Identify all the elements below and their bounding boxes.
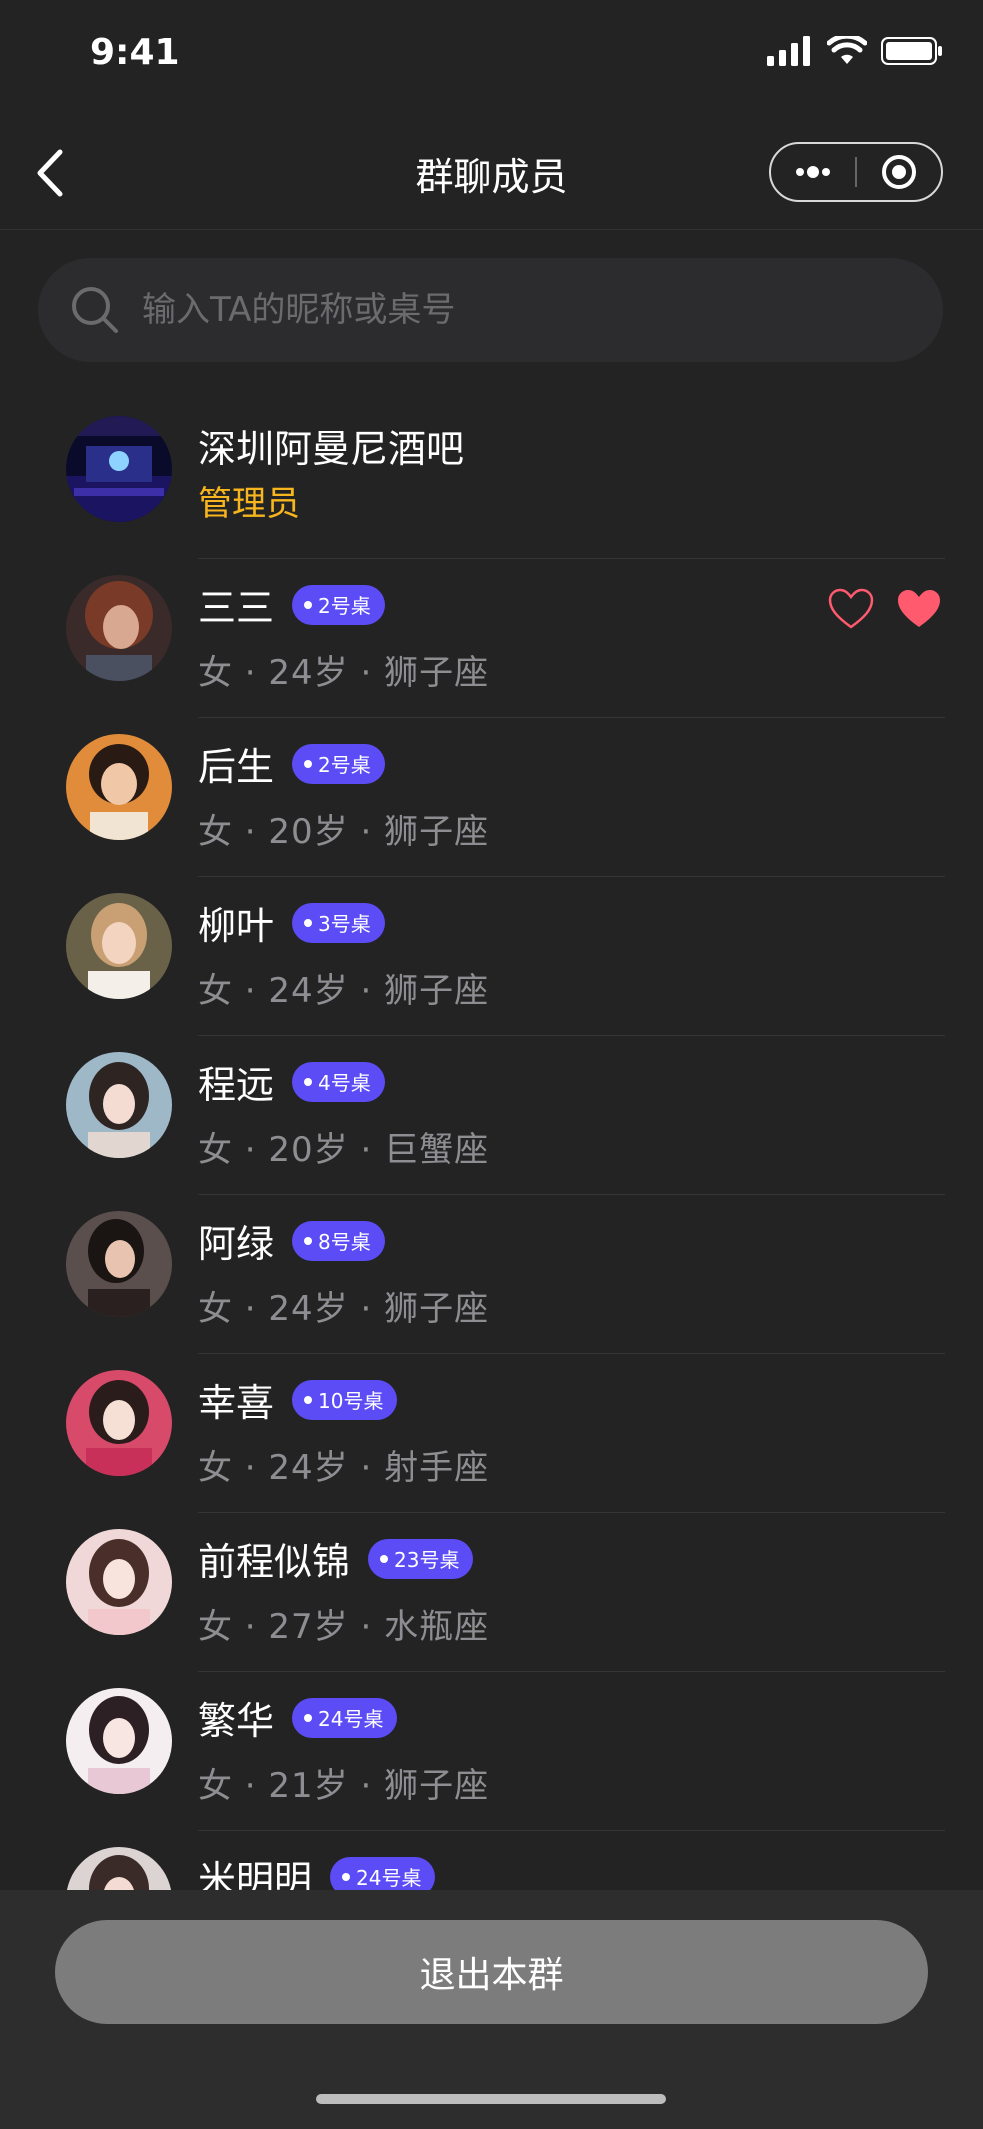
table-number: 23号桌 bbox=[394, 1548, 460, 1572]
member-name: 繁华 bbox=[198, 1699, 275, 1743]
close-miniprogram-button[interactable] bbox=[857, 144, 941, 200]
member-name: 程远 bbox=[198, 1063, 275, 1107]
table-number: 24号桌 bbox=[356, 1866, 422, 1890]
admin-row[interactable]: 深圳阿曼尼酒吧 管理员 bbox=[0, 400, 983, 559]
signal-icon bbox=[767, 36, 810, 66]
member-name: 后生 bbox=[198, 745, 275, 789]
member-info: 女 · 24岁 · 狮子座 bbox=[198, 971, 490, 1011]
table-number: 2号桌 bbox=[318, 594, 371, 618]
badge-dot bbox=[304, 1395, 313, 1404]
member-name-line: 米明明 24号桌 bbox=[198, 1849, 436, 1890]
list-item[interactable]: 米明明 24号桌 bbox=[0, 1831, 983, 1890]
avatar bbox=[66, 416, 172, 522]
table-badge: 3号桌 bbox=[292, 902, 385, 943]
status-icons bbox=[767, 36, 943, 66]
avatar bbox=[66, 1370, 172, 1476]
like-actions bbox=[827, 587, 943, 631]
list-item[interactable]: 阿绿 8号桌 女 · 24岁 · 狮子座 bbox=[0, 1195, 983, 1354]
member-info: 女 · 27岁 · 水瓶座 bbox=[198, 1607, 490, 1647]
table-number: 10号桌 bbox=[318, 1389, 384, 1413]
battery-icon bbox=[881, 37, 942, 65]
table-number: 24号桌 bbox=[318, 1707, 384, 1731]
table-badge: 10号桌 bbox=[292, 1379, 398, 1420]
table-badge: 24号桌 bbox=[292, 1697, 398, 1738]
list-item[interactable]: 程远 4号桌 女 · 20岁 · 巨蟹座 bbox=[0, 1036, 983, 1195]
heart-filled-icon[interactable] bbox=[895, 587, 943, 631]
target-close-icon bbox=[881, 155, 916, 189]
member-list: 深圳阿曼尼酒吧 管理员 三三 2号桌 女 · 24岁 · 狮子座 后生 2号桌 … bbox=[0, 400, 983, 1890]
member-name-line: 阿绿 8号桌 bbox=[198, 1213, 385, 1268]
badge-dot bbox=[304, 1713, 313, 1722]
admin-name: 深圳阿曼尼酒吧 bbox=[198, 427, 465, 471]
table-badge: 24号桌 bbox=[330, 1856, 436, 1890]
member-name-line: 柳叶 3号桌 bbox=[198, 895, 385, 950]
list-item[interactable]: 前程似锦 23号桌 女 · 27岁 · 水瓶座 bbox=[0, 1513, 983, 1672]
badge-dot bbox=[304, 600, 313, 609]
member-info: 女 · 20岁 · 狮子座 bbox=[198, 812, 490, 852]
badge-dot bbox=[380, 1554, 389, 1563]
table-badge: 2号桌 bbox=[292, 743, 385, 784]
avatar bbox=[66, 1211, 172, 1317]
search-box[interactable] bbox=[38, 258, 943, 362]
exit-group-button[interactable]: 退出本群 bbox=[55, 1920, 928, 2024]
home-indicator bbox=[316, 2094, 666, 2104]
badge-dot bbox=[304, 918, 313, 927]
member-name: 前程似锦 bbox=[198, 1540, 351, 1584]
badge-dot bbox=[342, 1872, 351, 1881]
list-item[interactable]: 繁华 24号桌 女 · 21岁 · 狮子座 bbox=[0, 1672, 983, 1831]
wifi-icon bbox=[827, 36, 867, 64]
table-badge: 2号桌 bbox=[292, 584, 385, 625]
member-name-line: 幸喜 10号桌 bbox=[198, 1372, 398, 1427]
member-name-line: 三三 2号桌 bbox=[198, 577, 385, 632]
capsule-menu bbox=[769, 142, 943, 202]
table-number: 3号桌 bbox=[318, 912, 371, 936]
member-info: 女 · 20岁 · 巨蟹座 bbox=[198, 1130, 490, 1170]
nav-bar: 群聊成员 bbox=[0, 110, 983, 230]
admin-name-line: 深圳阿曼尼酒吧 bbox=[198, 418, 464, 473]
member-name-line: 繁华 24号桌 bbox=[198, 1690, 398, 1745]
member-info: 女 · 24岁 · 狮子座 bbox=[198, 1289, 490, 1329]
avatar bbox=[66, 1847, 172, 1890]
avatar bbox=[66, 1052, 172, 1158]
table-badge: 4号桌 bbox=[292, 1061, 385, 1102]
member-info: 女 · 21岁 · 狮子座 bbox=[198, 1766, 490, 1806]
table-badge: 8号桌 bbox=[292, 1220, 385, 1261]
badge-dot bbox=[304, 1236, 313, 1245]
table-number: 2号桌 bbox=[318, 753, 371, 777]
badge-dot bbox=[304, 759, 313, 768]
member-name-line: 后生 2号桌 bbox=[198, 736, 385, 791]
avatar bbox=[66, 575, 172, 681]
avatar bbox=[66, 1688, 172, 1794]
table-number: 8号桌 bbox=[318, 1230, 371, 1254]
admin-role-label: 管理员 bbox=[198, 484, 300, 524]
table-number: 4号桌 bbox=[318, 1071, 371, 1095]
status-time: 9:41 bbox=[90, 32, 180, 73]
member-name: 幸喜 bbox=[198, 1381, 275, 1425]
search-icon bbox=[72, 287, 118, 333]
member-name: 阿绿 bbox=[198, 1222, 275, 1266]
search-input[interactable] bbox=[142, 290, 922, 330]
avatar bbox=[66, 1529, 172, 1635]
member-info: 女 · 24岁 · 射手座 bbox=[198, 1448, 490, 1488]
status-bar: 9:41 bbox=[0, 0, 983, 110]
avatar bbox=[66, 734, 172, 840]
member-name-line: 前程似锦 23号桌 bbox=[198, 1531, 474, 1586]
heart-outline-icon[interactable] bbox=[827, 587, 875, 631]
list-item[interactable]: 幸喜 10号桌 女 · 24岁 · 射手座 bbox=[0, 1354, 983, 1513]
more-button[interactable] bbox=[771, 144, 855, 200]
list-item[interactable]: 后生 2号桌 女 · 20岁 · 狮子座 bbox=[0, 718, 983, 877]
member-name: 米明明 bbox=[198, 1858, 313, 1890]
table-badge: 23号桌 bbox=[368, 1538, 474, 1579]
member-name: 三三 bbox=[198, 586, 275, 630]
more-dots-icon bbox=[796, 166, 830, 178]
badge-dot bbox=[304, 1077, 313, 1086]
list-item[interactable]: 柳叶 3号桌 女 · 24岁 · 狮子座 bbox=[0, 877, 983, 1036]
member-info: 女 · 24岁 · 狮子座 bbox=[198, 653, 490, 693]
member-name: 柳叶 bbox=[198, 904, 275, 948]
member-name-line: 程远 4号桌 bbox=[198, 1054, 385, 1109]
list-item[interactable]: 三三 2号桌 女 · 24岁 · 狮子座 bbox=[0, 559, 983, 718]
avatar bbox=[66, 893, 172, 999]
